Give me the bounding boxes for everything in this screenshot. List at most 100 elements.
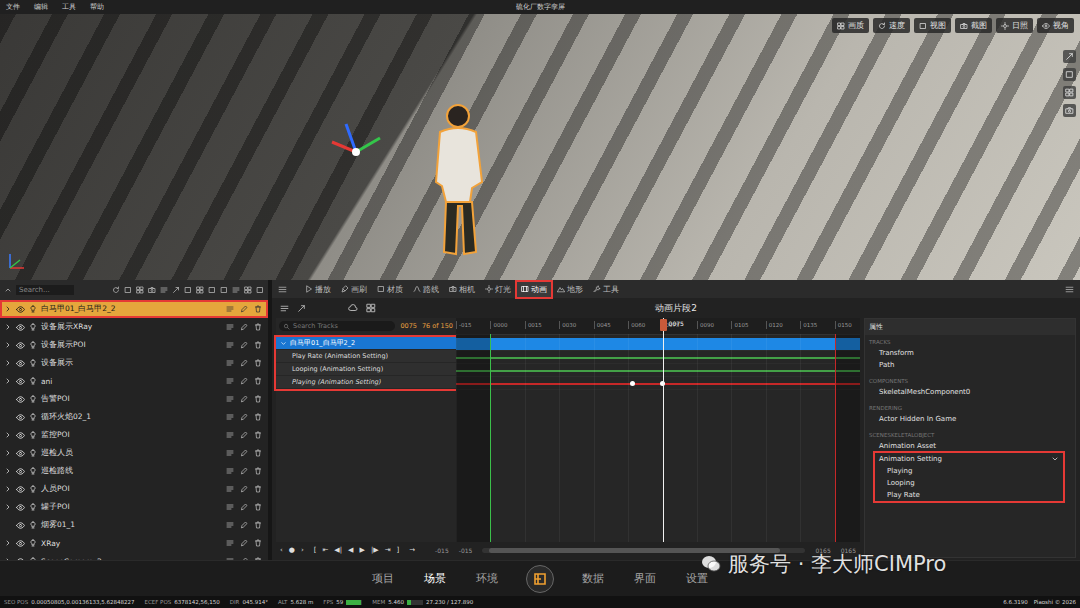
search-field[interactable]: Search...	[16, 285, 74, 295]
tab-icon[interactable]	[557, 285, 565, 293]
outliner-row[interactable]: ani	[0, 372, 268, 390]
edit-pencil-icon[interactable]	[240, 485, 248, 493]
details-list-icon[interactable]	[226, 323, 234, 331]
property-item[interactable]: Play Rate	[875, 489, 1063, 501]
menu-item[interactable]: 工具	[62, 2, 76, 12]
tab-icon[interactable]	[485, 285, 493, 293]
tool-icon[interactable]	[256, 286, 264, 294]
playhead-handle[interactable]	[660, 319, 667, 331]
edit-pencil-icon[interactable]	[240, 503, 248, 511]
viewport-button-icon[interactable]	[919, 22, 927, 30]
transport-button[interactable]: ◀|	[334, 546, 342, 554]
delete-trash-icon[interactable]	[254, 539, 262, 547]
tool-icon[interactable]	[220, 286, 228, 294]
details-list-icon[interactable]	[226, 449, 234, 457]
tab-icon[interactable]	[341, 285, 349, 293]
tool-icon[interactable]	[1065, 52, 1074, 61]
track-search[interactable]: Search Tracks	[279, 321, 395, 331]
edit-pencil-icon[interactable]	[240, 377, 248, 385]
range-start-marker[interactable]	[490, 334, 491, 542]
tool-icon[interactable]	[136, 286, 144, 294]
visibility-eye-icon[interactable]	[16, 521, 25, 530]
viewport-button[interactable]: 速度	[873, 18, 910, 33]
property-item[interactable]: Path	[865, 359, 1075, 371]
actor-icon[interactable]	[29, 449, 37, 457]
nav-item[interactable]: 设置	[684, 569, 710, 588]
current-frame[interactable]: 0075	[400, 322, 417, 330]
tab[interactable]: 材质	[373, 282, 407, 297]
property-item[interactable]: Animation Asset	[865, 440, 1075, 452]
range-end-marker[interactable]	[835, 334, 836, 542]
collapse-icon[interactable]	[4, 286, 12, 294]
outliner-row[interactable]: 监控POI	[0, 426, 268, 444]
outliner-row[interactable]: XRay	[0, 534, 268, 552]
actor-icon[interactable]	[29, 395, 37, 403]
details-list-icon[interactable]	[226, 431, 234, 439]
actor-icon[interactable]	[29, 413, 37, 421]
playhead[interactable]: 0075	[663, 318, 664, 542]
property-item[interactable]: Playing	[875, 465, 1063, 477]
chevron-right-icon[interactable]	[4, 467, 12, 475]
edit-pencil-icon[interactable]	[240, 341, 248, 349]
search-icon[interactable]	[283, 323, 290, 330]
details-list-icon[interactable]	[226, 305, 234, 313]
app-logo-icon[interactable]	[526, 565, 554, 593]
track-row[interactable]: Looping (Animation Setting)	[276, 363, 456, 376]
tool-icon[interactable]	[172, 286, 180, 294]
transport-button[interactable]: ›	[301, 546, 304, 554]
delete-trash-icon[interactable]	[254, 341, 262, 349]
delete-trash-icon[interactable]	[254, 377, 262, 385]
tab[interactable]: 相机	[445, 282, 479, 297]
tool-icon[interactable]	[148, 286, 156, 294]
side-button[interactable]	[1063, 68, 1076, 81]
chevron-right-icon[interactable]	[4, 503, 12, 511]
details-list-icon[interactable]	[226, 467, 234, 475]
delete-trash-icon[interactable]	[254, 521, 262, 529]
tool-icon[interactable]	[160, 286, 168, 294]
viewport-button-icon[interactable]	[837, 22, 845, 30]
transport-button[interactable]: ⇤	[322, 546, 328, 554]
details-list-icon[interactable]	[226, 341, 234, 349]
viewport-button[interactable]: 日照	[996, 18, 1033, 33]
tab[interactable]: 播放	[301, 282, 335, 297]
group-header[interactable]: Animation Setting	[875, 453, 1063, 465]
actor-icon[interactable]	[29, 539, 37, 547]
chevron-right-icon[interactable]	[4, 485, 12, 493]
delete-trash-icon[interactable]	[254, 305, 262, 313]
character-figure[interactable]	[426, 102, 496, 262]
outliner-row[interactable]: 巡检路线	[0, 462, 268, 480]
edit-pencil-icon[interactable]	[240, 449, 248, 457]
outliner-row[interactable]: SceneCamera_2	[0, 552, 268, 560]
outliner-row[interactable]: 循环火焰02_1	[0, 408, 268, 426]
chevron-right-icon[interactable]	[4, 539, 12, 547]
delete-trash-icon[interactable]	[254, 503, 262, 511]
chevron-right-icon[interactable]	[4, 323, 12, 331]
outliner-row[interactable]: 设备展示XRay	[0, 318, 268, 336]
visibility-eye-icon[interactable]	[16, 413, 25, 422]
open-icon[interactable]	[297, 304, 306, 313]
property-item[interactable]: SkeletalMeshComponent0	[865, 386, 1075, 398]
edit-pencil-icon[interactable]	[240, 359, 248, 367]
transport-button[interactable]: ‹	[280, 546, 283, 554]
details-list-icon[interactable]	[226, 377, 234, 385]
menu-item[interactable]: 帮助	[90, 2, 104, 12]
chevron-right-icon[interactable]	[4, 377, 12, 385]
tab[interactable]: 地形	[553, 282, 587, 297]
tab-icon[interactable]	[593, 285, 601, 293]
tab-icon[interactable]	[377, 285, 385, 293]
visibility-eye-icon[interactable]	[16, 467, 25, 476]
transport-button[interactable]: →	[409, 546, 415, 554]
tab[interactable]: 动画	[517, 282, 551, 297]
list-icon[interactable]	[280, 304, 289, 313]
tool-icon[interactable]	[112, 286, 120, 294]
nav-item[interactable]: 数据	[580, 569, 606, 588]
viewport-button-icon[interactable]	[960, 22, 968, 30]
viewport-button-icon[interactable]	[1042, 22, 1050, 30]
details-list-icon[interactable]	[226, 395, 234, 403]
edit-pencil-icon[interactable]	[240, 395, 248, 403]
tool-icon[interactable]	[1065, 106, 1074, 115]
side-button[interactable]	[1063, 104, 1076, 117]
edit-pencil-icon[interactable]	[240, 521, 248, 529]
outliner-row[interactable]: 告警POI	[0, 390, 268, 408]
track-row[interactable]: Playing (Animation Setting)	[276, 376, 456, 389]
